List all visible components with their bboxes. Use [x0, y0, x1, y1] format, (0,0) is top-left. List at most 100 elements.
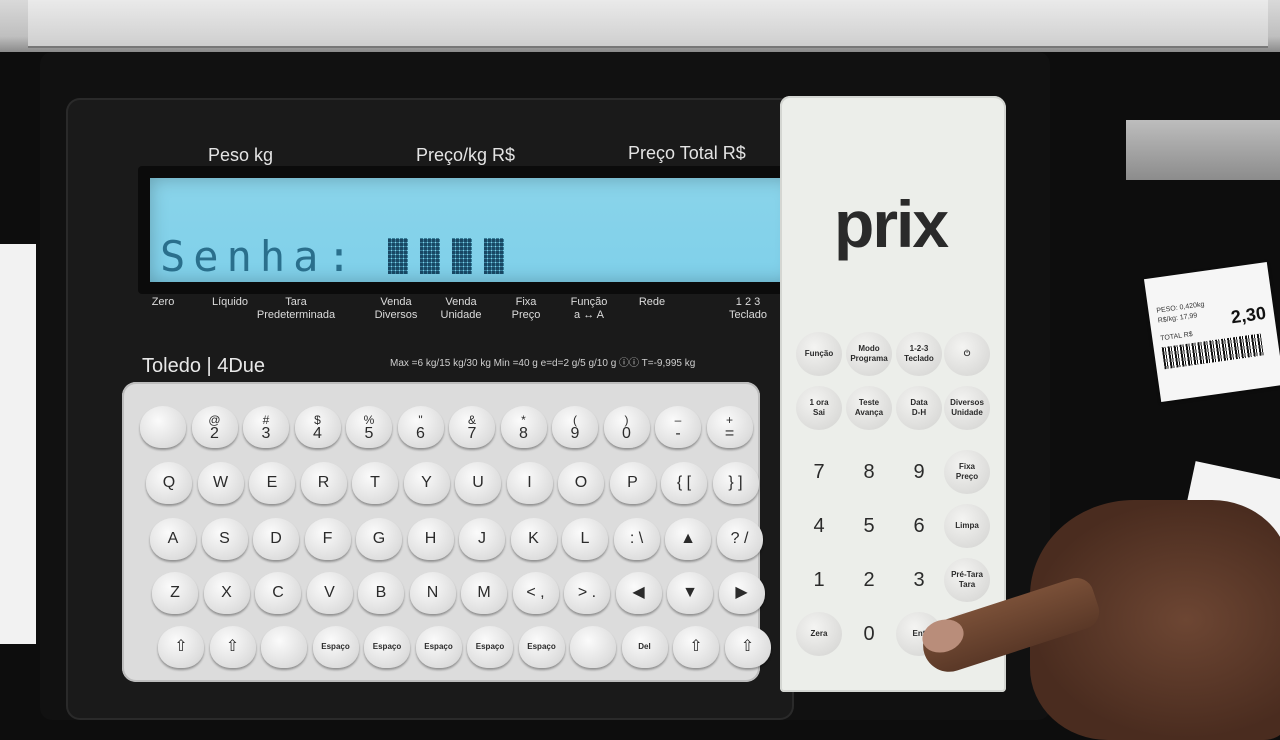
- brand-model: Toledo | 4Due: [142, 355, 266, 377]
- numeric-key[interactable]: 6: [896, 504, 942, 548]
- numeric-key[interactable]: 5: [846, 504, 892, 548]
- keyboard-key[interactable]: G: [356, 518, 402, 560]
- keyboard-key[interactable]: Espaço: [415, 626, 462, 668]
- password-mask-char: [388, 238, 408, 274]
- keyboard-key[interactable]: F: [304, 518, 351, 560]
- keyboard-key[interactable]: ▲: [665, 518, 711, 560]
- numeric-key[interactable]: 1: [796, 558, 842, 602]
- header-preco-kg: Preço/kg R$: [416, 145, 516, 165]
- keyboard-key[interactable]: & 7: [449, 406, 495, 448]
- numeric-key[interactable]: 1 ora Sai: [796, 386, 842, 430]
- keyboard-key[interactable]: L: [562, 518, 608, 560]
- keyboard-key[interactable]: Espaço: [467, 626, 513, 668]
- label-printer-tray: [1126, 120, 1280, 180]
- numeric-key[interactable]: Diversos Unidade: [944, 386, 990, 430]
- numeric-key[interactable]: Fixa Preço: [944, 450, 990, 494]
- numeric-key[interactable]: Limpa: [944, 504, 990, 548]
- lcd-text: Senha:: [160, 232, 360, 281]
- keyboard-key[interactable]: N: [409, 572, 456, 614]
- function-label: Tara Predeterminada: [256, 296, 336, 321]
- keyboard-key[interactable]: T: [352, 462, 398, 504]
- keyboard-key[interactable]: [570, 626, 616, 668]
- keyboard-key[interactable]: R: [300, 462, 347, 504]
- keyboard-key[interactable]: ? /: [716, 518, 763, 560]
- numeric-key[interactable]: Data D-H: [896, 386, 942, 430]
- keyboard-key[interactable]: – -: [655, 406, 701, 448]
- keyboard-key[interactable]: D: [253, 518, 299, 560]
- keyboard-key[interactable]: * 8: [500, 406, 547, 448]
- keyboard-key[interactable]: $4: [294, 406, 341, 448]
- keyboard-key[interactable]: + =: [706, 406, 753, 448]
- keyboard-key[interactable]: ⇧: [673, 626, 719, 668]
- numeric-key[interactable]: 3: [896, 558, 942, 602]
- keyboard-key[interactable]: ▶: [718, 572, 765, 614]
- label-peso: PESO: 0,420kg: [1156, 301, 1205, 315]
- keyboard-key[interactable]: Y: [403, 462, 450, 504]
- keyboard-key[interactable]: I: [506, 462, 553, 504]
- keyboard-key[interactable]: S: [201, 518, 248, 560]
- keyboard-key[interactable]: ▼: [667, 572, 713, 614]
- numeric-key[interactable]: Função: [796, 332, 842, 376]
- keyboard-key[interactable]: H: [407, 518, 454, 560]
- keyboard-key[interactable]: W: [197, 462, 244, 504]
- numeric-key[interactable]: 4: [796, 504, 842, 548]
- label-rs-kg: R$/kg: 17,99: [1157, 312, 1198, 325]
- keyboard-key[interactable]: P: [609, 462, 656, 504]
- keyboard-key[interactable]: O: [558, 462, 604, 504]
- keyboard-key[interactable]: X: [203, 572, 250, 614]
- numeric-key[interactable]: Pré-Tara Tara: [944, 558, 990, 602]
- keyboard-key[interactable]: Espaço: [312, 626, 359, 668]
- keyboard-key[interactable]: ⇧: [158, 626, 204, 668]
- keyboard-key[interactable]: J: [459, 518, 505, 560]
- keyboard-key[interactable]: Del: [621, 626, 668, 668]
- numeric-key[interactable]: 9: [896, 450, 942, 494]
- keyboard-key[interactable]: % 5: [346, 406, 392, 448]
- label-slot: [28, 0, 1268, 48]
- numeric-key[interactable]: 8: [846, 450, 892, 494]
- password-mask-char: [484, 238, 504, 274]
- numeric-key[interactable]: 7: [796, 450, 842, 494]
- keyboard-key[interactable]: #3: [243, 406, 289, 448]
- keyboard-key[interactable]: Espaço: [518, 626, 565, 668]
- keyboard-key[interactable]: ◀: [615, 572, 662, 614]
- keyboard-key[interactable]: K: [510, 518, 557, 560]
- numeric-key[interactable]: Teste Avança: [846, 386, 892, 430]
- keyboard-key[interactable]: Q: [146, 462, 192, 504]
- password-mask-char: [420, 238, 440, 274]
- keyboard-key[interactable]: [140, 406, 186, 448]
- keyboard-key[interactable]: Z: [152, 572, 198, 614]
- numeric-key[interactable]: 2: [846, 558, 892, 602]
- numeric-key[interactable]: 1-2-3 Teclado: [896, 332, 942, 376]
- label-price: 2,30: [1229, 302, 1268, 328]
- keyboard-key[interactable]: ⇧: [209, 626, 256, 668]
- numeric-key[interactable]: ⏻: [944, 332, 990, 376]
- keyboard-key[interactable]: ) 0: [603, 406, 650, 448]
- printed-label: PESO: 0,420kg R$/kg: 17,99 TOTAL R$ 2,30: [1143, 261, 1280, 403]
- keyboard-key[interactable]: (9: [552, 406, 598, 448]
- keyboard-key[interactable]: E: [249, 462, 295, 504]
- keyboard-key[interactable]: : \: [613, 518, 660, 560]
- numeric-key[interactable]: 0: [846, 612, 892, 656]
- keyboard-key[interactable]: V: [306, 572, 353, 614]
- keyboard-key[interactable]: < ,: [512, 572, 559, 614]
- keyboard-key[interactable]: M: [461, 572, 507, 614]
- keyboard-key[interactable]: Espaço: [364, 626, 410, 668]
- prix-logo: prix: [834, 187, 949, 261]
- keyboard-key[interactable]: { [: [661, 462, 707, 504]
- keyboard-key[interactable]: B: [358, 572, 404, 614]
- keyboard-key[interactable]: " 6: [397, 406, 444, 448]
- keyboard-key[interactable]: [261, 626, 307, 668]
- keyboard-key[interactable]: A: [150, 518, 196, 560]
- keyboard-key[interactable]: @2: [191, 406, 238, 448]
- header-preco-total: Preço Total R$: [628, 143, 746, 163]
- label-total: TOTAL R$: [1159, 331, 1194, 343]
- keyboard-key[interactable]: } ]: [712, 462, 759, 504]
- numeric-key[interactable]: Zera: [796, 612, 842, 656]
- paper-sheet-left: [0, 244, 36, 644]
- keyboard-key[interactable]: U: [455, 462, 501, 504]
- function-label: Rede: [638, 296, 666, 308]
- keyboard-key[interactable]: C: [255, 572, 301, 614]
- numeric-key[interactable]: Modo Programa: [846, 332, 892, 376]
- keyboard-key[interactable]: > .: [564, 572, 610, 614]
- keyboard-key[interactable]: ⇧: [724, 626, 771, 668]
